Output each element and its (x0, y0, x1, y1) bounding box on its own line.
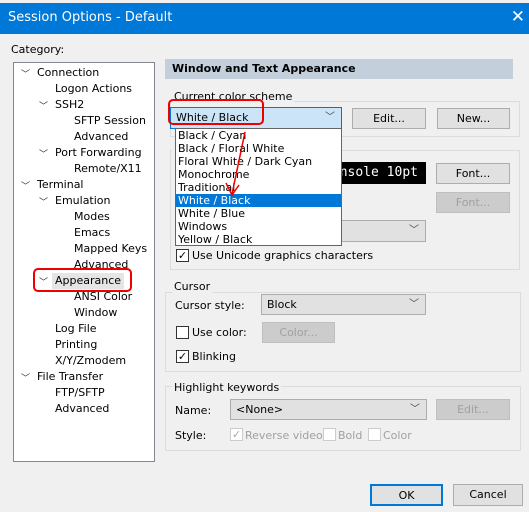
category-tree[interactable]: ﹀ Connection Logon Actions ﹀ SSH2 SFTP Sessio… (13, 62, 155, 462)
tree-item[interactable]: Connection (37, 65, 99, 81)
use-color-checkbox[interactable] (176, 326, 189, 339)
cursor-group-label: Cursor (172, 280, 213, 293)
chevron-down-icon: ﹀ (409, 225, 419, 236)
chevron-down-icon[interactable]: ﹀ (39, 99, 48, 112)
unicode-label: Use Unicode graphics characters (192, 249, 374, 262)
tree-item[interactable]: Logon Actions (55, 81, 132, 97)
chevron-down-icon: ﹀ (409, 299, 419, 310)
tree-item[interactable]: FTP/SFTP (55, 385, 105, 401)
tree-item[interactable]: SFTP Session (74, 113, 146, 129)
chevron-down-icon: ﹀ (410, 404, 420, 415)
reverse-video-label: Reverse video (245, 429, 323, 442)
color-label: Color (383, 429, 412, 442)
reverse-video-checkbox[interactable]: ✓ (230, 428, 243, 441)
close-icon[interactable]: ✕ (511, 7, 525, 27)
tree-item[interactable]: Advanced (55, 401, 109, 417)
chevron-down-icon[interactable]: ﹀ (39, 147, 48, 160)
dropdown-option[interactable]: White / Blue (176, 207, 341, 220)
tree-item[interactable]: Printing (55, 337, 97, 353)
chevron-down-icon[interactable]: ﹀ (21, 179, 30, 192)
unicode-checkbox[interactable]: ✓ (176, 249, 189, 262)
use-color-label: Use color: (192, 326, 247, 339)
tree-item[interactable]: Emacs (74, 225, 110, 241)
highlight-name-value: <None> (236, 403, 284, 416)
tree-item[interactable]: Port Forwarding (55, 145, 142, 161)
annotation-box-appearance (33, 268, 132, 292)
chevron-down-icon: ﹀ (325, 112, 335, 123)
chevron-down-icon[interactable]: ﹀ (21, 67, 30, 80)
highlight-group-label: Highlight keywords (172, 381, 282, 394)
tree-item[interactable]: Log File (55, 321, 97, 337)
panel-header: Window and Text Appearance (165, 59, 513, 79)
tree-item[interactable]: Remote/X11 (74, 161, 142, 177)
highlight-edit-button[interactable]: Edit... (436, 399, 510, 420)
bold-label: Bold (338, 429, 363, 442)
annotation-arrow-icon (225, 131, 246, 197)
category-label: Category: (11, 43, 65, 56)
tree-item[interactable]: File Transfer (37, 369, 103, 385)
dropdown-option[interactable]: Yellow / Black (176, 233, 341, 246)
tree-item[interactable]: Mapped Keys (74, 241, 147, 257)
chevron-down-icon[interactable]: ﹀ (21, 371, 30, 384)
cursor-style-label: Cursor style: (175, 299, 245, 312)
cursor-style-combo[interactable]: Block ﹀ (261, 294, 426, 315)
tree-item[interactable]: Modes (74, 209, 110, 225)
chevron-down-icon[interactable]: ﹀ (39, 195, 48, 208)
title-bar: Session Options - Default ✕ (0, 3, 529, 34)
tree-item[interactable]: SSH2 (55, 97, 84, 113)
new-scheme-button[interactable]: New... (437, 108, 510, 129)
ok-button[interactable]: OK (370, 484, 443, 506)
tree-item[interactable]: X/Y/Zmodem (55, 353, 126, 369)
dropdown-option[interactable]: Windows (176, 220, 341, 233)
annotation-box-scheme (168, 99, 264, 125)
tree-item[interactable]: Terminal (37, 177, 84, 193)
color-checkbox[interactable] (368, 428, 381, 441)
cursor-color-button[interactable]: Color... (262, 322, 335, 343)
cancel-button[interactable]: Cancel (453, 484, 523, 506)
font-button[interactable]: Font... (436, 163, 510, 184)
window-title: Session Options - Default (8, 10, 173, 25)
style-label: Style: (175, 429, 207, 442)
edit-scheme-button[interactable]: Edit... (352, 108, 426, 129)
blinking-checkbox[interactable]: ✓ (176, 350, 189, 363)
tree-item[interactable]: Emulation (55, 193, 111, 209)
bold-checkbox[interactable] (323, 428, 336, 441)
font-button-2[interactable]: Font... (436, 192, 510, 213)
blinking-label: Blinking (192, 350, 237, 363)
highlight-name-combo[interactable]: <None> ﹀ (230, 399, 427, 420)
cursor-style-value: Block (267, 298, 297, 311)
tree-item[interactable]: Window (74, 305, 117, 321)
name-label: Name: (175, 404, 212, 417)
tree-item[interactable]: Advanced (74, 129, 128, 145)
